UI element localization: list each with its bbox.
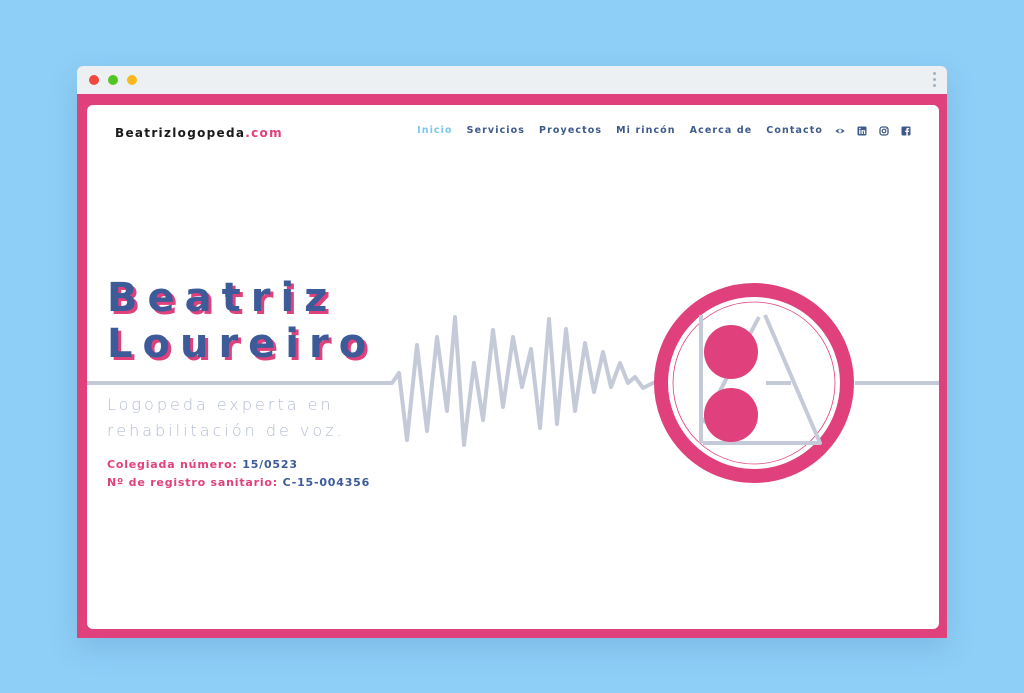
kebab-menu-icon[interactable] xyxy=(933,72,937,90)
colegiada-line: Colegiada número: 15/0523 xyxy=(107,456,370,474)
BA-monogram-logo xyxy=(654,283,854,483)
web-page: Beatrizlogopeda.com Inicio Servicios Pro… xyxy=(87,105,939,629)
first-name: Beatriz xyxy=(107,275,338,321)
browser-window: Beatrizlogopeda.com Inicio Servicios Pro… xyxy=(77,66,947,638)
hero-name: Beatriz Loureiro xyxy=(107,275,376,367)
colegiada-label: Colegiada número: xyxy=(107,458,243,471)
registration-info: Colegiada número: 15/0523 Nº de registro… xyxy=(107,456,370,492)
hero-graphic xyxy=(87,283,939,483)
hero-tagline: Logopeda experta en rehabilitación de vo… xyxy=(107,395,345,440)
window-titlebar xyxy=(77,66,947,94)
colegiada-value: 15/0523 xyxy=(242,458,298,471)
registro-value: C-15-004356 xyxy=(282,476,371,489)
registro-label: Nº de registro sanitario: xyxy=(107,476,283,489)
close-window-button[interactable] xyxy=(89,75,99,85)
maximize-window-button[interactable] xyxy=(127,75,137,85)
minimize-window-button[interactable] xyxy=(108,75,118,85)
last-name: Loureiro xyxy=(107,321,377,367)
registro-line: Nº de registro sanitario: C-15-004356 xyxy=(107,474,370,492)
